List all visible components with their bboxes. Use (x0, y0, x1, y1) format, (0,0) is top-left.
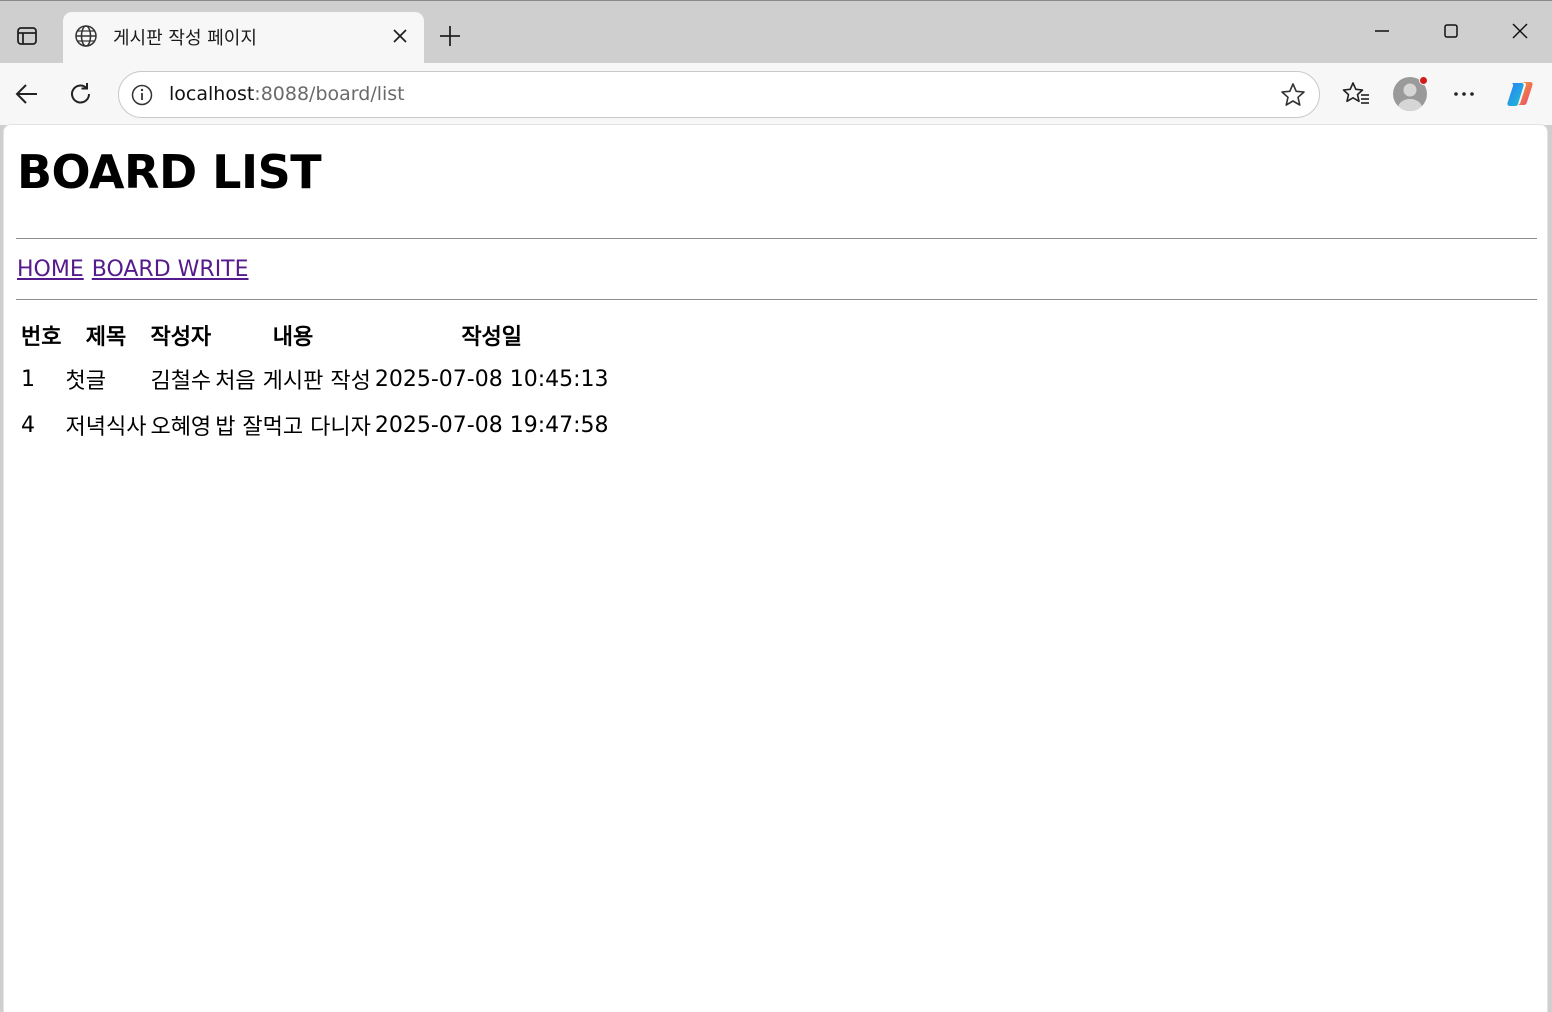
address-bar[interactable]: localhost:8088/board/list (118, 71, 1320, 118)
cell-date: 2025-07-08 19:47:58 (374, 412, 609, 438)
page-viewport: BOARD LIST HOME BOARD WRITE 번호 제목 작성자 내용 … (3, 124, 1548, 1012)
cell-title: 저녁식사 (65, 415, 147, 440)
add-favorite-button[interactable] (1279, 81, 1307, 109)
header-content: 내용 (272, 325, 314, 350)
table-header-row: 번호 제목 작성자 내용 작성일 (21, 315, 609, 355)
url-text[interactable]: localhost:8088/board/list (169, 83, 405, 105)
header-title: 제목 (85, 325, 127, 350)
cell-number: 1 (21, 366, 35, 392)
divider-top (16, 238, 1537, 239)
back-arrow-icon (15, 84, 37, 104)
favorites-button[interactable] (1336, 74, 1376, 114)
refresh-icon (71, 83, 90, 104)
url-path: :8088/board/list (254, 83, 405, 105)
header-date: 작성일 (461, 325, 523, 350)
header-number: 번호 (21, 325, 62, 350)
close-icon (1512, 23, 1528, 39)
home-link[interactable]: HOME (17, 257, 84, 282)
more-button[interactable] (1444, 74, 1484, 114)
cell-content: 밥 잘먹고 다니자 (215, 415, 371, 440)
cell-date: 2025-07-08 10:45:13 (374, 366, 609, 392)
star-icon (1281, 83, 1305, 106)
tab-strip: 게시판 작성 페이지 (0, 1, 1552, 64)
tab-actions-icon (17, 27, 37, 45)
more-icon (1454, 92, 1474, 96)
table-row: 4 저녁식사 오혜영 밥 잘먹고 다니자 2025-07-08 19:47:58 (21, 403, 609, 447)
minimize-icon (1375, 30, 1389, 32)
header-writer: 작성자 (150, 325, 212, 350)
tab-title: 게시판 작성 페이지 (113, 28, 257, 49)
active-tab[interactable]: 게시판 작성 페이지 (63, 12, 424, 64)
cell-title: 첫글 (65, 369, 106, 394)
globe-icon (73, 23, 99, 49)
board-table: 번호 제목 작성자 내용 작성일 1 첫글 김철수 처음 게시판 작성 2025… (17, 313, 613, 449)
copilot-button[interactable] (1500, 74, 1540, 114)
plus-icon (440, 26, 460, 46)
cell-content: 처음 게시판 작성 (215, 369, 371, 394)
info-icon[interactable] (129, 82, 155, 108)
notification-dot (1419, 76, 1428, 85)
close-window-button[interactable] (1497, 11, 1543, 51)
board-write-link[interactable]: BOARD WRITE (92, 257, 249, 282)
close-icon (393, 29, 407, 43)
maximize-icon (1444, 24, 1458, 38)
minimize-button[interactable] (1359, 11, 1405, 51)
page-title: BOARD LIST (17, 145, 322, 199)
new-tab-button[interactable] (433, 19, 467, 53)
maximize-button[interactable] (1428, 11, 1474, 51)
table-row: 1 첫글 김철수 처음 게시판 작성 2025-07-08 10:45:13 (21, 357, 609, 401)
browser-toolbar: localhost:8088/board/list (0, 63, 1552, 125)
copilot-icon (1507, 82, 1533, 106)
back-button[interactable] (7, 74, 47, 114)
cell-writer: 김철수 (150, 369, 212, 394)
favorites-icon (1342, 82, 1369, 104)
cell-writer: 오혜영 (150, 415, 212, 440)
divider-bottom (16, 299, 1537, 300)
browser-window: 게시판 작성 페이지 localhost:8088/board/list BOA… (0, 0, 1552, 1012)
board-nav: HOME BOARD WRITE (17, 257, 257, 282)
url-host: localhost (169, 83, 255, 105)
refresh-button[interactable] (61, 74, 101, 114)
cell-number: 4 (21, 412, 35, 438)
tab-actions-button[interactable] (8, 17, 46, 55)
tab-close-button[interactable] (388, 24, 412, 48)
